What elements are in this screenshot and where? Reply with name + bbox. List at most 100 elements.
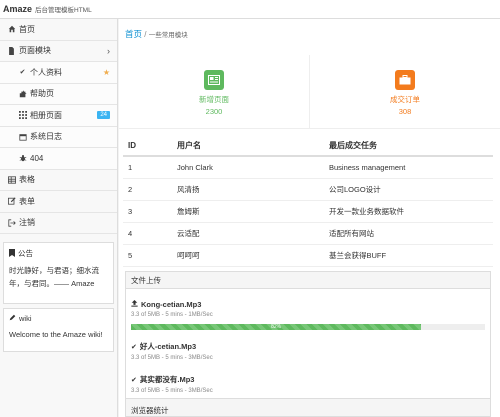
sidebar-item-label: 相册页面 xyxy=(30,110,62,120)
wiki-panel: wiki Welcome to the Amaze wiki! xyxy=(3,308,114,352)
stat-title: 成交订单 xyxy=(390,95,420,104)
column-header: 最后成交任务 xyxy=(329,135,493,157)
table-cell: 詹姆斯 xyxy=(177,200,329,223)
table-cell: 风清扬 xyxy=(177,178,329,201)
table-cell: 3 xyxy=(123,200,177,223)
bug-icon xyxy=(18,154,27,162)
table-cell: 云适配 xyxy=(177,222,329,245)
calendar-icon xyxy=(18,133,27,141)
file-meta: 3.3 of 5MB - 5 mins - 3MB/Sec xyxy=(131,388,213,394)
sidebar-item-label: 页面模块 xyxy=(19,46,51,56)
table-cell: 5 xyxy=(123,244,177,267)
chevron-right-icon: › xyxy=(107,45,110,56)
breadcrumb: 首页 / 一些常用模块 xyxy=(125,28,188,40)
table-cell: 适配所有网站 xyxy=(329,222,493,245)
stat-title: 新增页面 xyxy=(199,95,229,104)
browser-stats-title: 浏览器统计 xyxy=(131,406,169,415)
table-cell: 1 xyxy=(123,156,177,179)
table-cell: Business management xyxy=(329,156,493,179)
briefcase-icon xyxy=(395,70,415,90)
notice-body: 时光静好，与君语；细水流年，与君同。—— Amaze xyxy=(9,266,99,288)
sidebar-item-label: 404 xyxy=(30,153,44,163)
home-icon xyxy=(7,25,16,33)
top-bar: Amaze 后台管理模板HTML xyxy=(0,0,500,19)
sidebar-item-form[interactable]: 表单 xyxy=(0,191,117,213)
main-content: 首页 / 一些常用模块 新增页面 2300 成交订单 308 ID 用户名 最后… xyxy=(119,19,500,417)
wiki-body: Welcome to the Amaze wiki! xyxy=(9,330,103,339)
sign-out-icon xyxy=(7,219,16,227)
sidebar-item-table[interactable]: 表格 xyxy=(0,170,117,191)
column-header: ID xyxy=(123,135,177,157)
star-icon: ★ xyxy=(102,67,110,77)
table-cell: 基兰会获得BUFF xyxy=(329,244,493,267)
stat-new-pages[interactable]: 新增页面 2300 xyxy=(119,55,309,128)
table-row: 1 John Clark Business management xyxy=(123,156,493,179)
sidebar-item-label: 首页 xyxy=(19,24,35,34)
notice-header: 公告 xyxy=(4,243,113,259)
sidebar-item-help[interactable]: 帮助页 xyxy=(0,83,117,105)
table-cell: 4 xyxy=(123,222,177,245)
stat-value: 2300 xyxy=(205,107,223,116)
upload-header: 文件上传 xyxy=(126,272,490,289)
stat-orders[interactable]: 成交订单 308 xyxy=(309,55,500,128)
progress-fill: 82% xyxy=(131,324,422,330)
file-name: 其实都没有.Mp3 xyxy=(139,375,195,384)
puzzle-icon xyxy=(18,90,27,98)
sidebar-item-label: 注销 xyxy=(19,218,35,228)
sidebar-item-404[interactable]: 404 xyxy=(0,148,117,170)
count-badge: 24 xyxy=(97,111,110,120)
sidebar-item-profile[interactable]: ✔ 个人资料 ★ xyxy=(0,62,117,84)
table-cell: 2 xyxy=(123,178,177,201)
newspaper-icon xyxy=(204,70,224,90)
check-icon: ✔ xyxy=(131,376,137,384)
table-row: 4 云适配 适配所有网站 xyxy=(123,222,493,245)
table-cell: 开发一款业务数据软件 xyxy=(329,200,493,223)
file-icon xyxy=(7,46,16,55)
table-header-row: ID 用户名 最后成交任务 xyxy=(123,135,493,157)
file-upload-panel: 文件上传 Kong-cetian.Mp3 3.3 of 5MB - 5 mins… xyxy=(125,271,491,411)
file-name: Kong-cetian.Mp3 xyxy=(141,300,202,309)
brand-logo[interactable]: Amaze xyxy=(3,4,32,14)
table-cell: 公司LOGO设计 xyxy=(329,178,493,201)
sidebar: 首页 页面模块 › ✔ 个人资料 ★ 帮助页 相册页面 24 系统日志 404 xyxy=(0,19,118,417)
orders-table: ID 用户名 最后成交任务 1 John Clark Business mana… xyxy=(123,135,493,267)
pencil-icon xyxy=(9,314,16,323)
sidebar-item-logout[interactable]: 注销 xyxy=(0,213,117,234)
browser-stats-panel: 浏览器统计 xyxy=(125,398,491,417)
sidebar-item-gallery[interactable]: 相册页面 24 xyxy=(0,105,117,127)
file-meta: 3.3 of 5MB - 5 mins - 1MB/Sec xyxy=(131,312,213,318)
sidebar-item-label: 个人资料 xyxy=(30,67,62,77)
upload-file-item: ✔ 好人-cetian.Mp3 3.3 of 5MB - 5 mins - 3M… xyxy=(131,341,488,361)
grid-icon xyxy=(18,111,27,120)
stat-value: 308 xyxy=(398,107,412,116)
notice-panel: 公告 时光静好，与君语；细水流年，与君同。—— Amaze xyxy=(3,242,114,304)
table-row: 5 呵呵呵 基兰会获得BUFF xyxy=(123,244,493,267)
upload-file-item: Kong-cetian.Mp3 3.3 of 5MB - 5 mins - 1M… xyxy=(131,300,488,318)
breadcrumb-current: 一些常用模块 xyxy=(148,32,188,39)
wiki-header: wiki xyxy=(4,309,113,323)
upload-file-item: ✔ 其实都没有.Mp3 3.3 of 5MB - 5 mins - 3MB/Se… xyxy=(131,374,488,394)
column-header: 用户名 xyxy=(177,135,329,157)
sidebar-item-home[interactable]: 首页 xyxy=(0,19,117,41)
table-row: 3 詹姆斯 开发一款业务数据软件 xyxy=(123,200,493,223)
file-meta: 3.3 of 5MB - 5 mins - 3MB/Sec xyxy=(131,355,213,361)
bookmark-icon xyxy=(9,248,15,259)
breadcrumb-separator: / xyxy=(144,30,147,39)
brand-subtitle: 后台管理模板HTML xyxy=(35,7,92,14)
sidebar-item-label: 表单 xyxy=(19,196,35,206)
sidebar-item-pages[interactable]: 页面模块 › xyxy=(0,41,117,62)
pencil-icon xyxy=(7,197,16,205)
breadcrumb-home[interactable]: 首页 xyxy=(125,29,142,39)
sidebar-item-syslog[interactable]: 系统日志 xyxy=(0,126,117,148)
sidebar-item-label: 帮助页 xyxy=(30,89,54,99)
stats-row: 新增页面 2300 成交订单 308 xyxy=(119,55,500,129)
sidebar-item-label: 表格 xyxy=(19,175,35,185)
wiki-title: wiki xyxy=(19,314,32,323)
table-cell: John Clark xyxy=(177,156,329,179)
sidebar-item-label: 系统日志 xyxy=(30,132,62,142)
table-row: 2 风清扬 公司LOGO设计 xyxy=(123,178,493,201)
upload-icon xyxy=(131,300,138,309)
check-icon: ✔ xyxy=(19,69,26,77)
notice-title: 公告 xyxy=(18,249,33,258)
table-icon xyxy=(7,176,16,184)
